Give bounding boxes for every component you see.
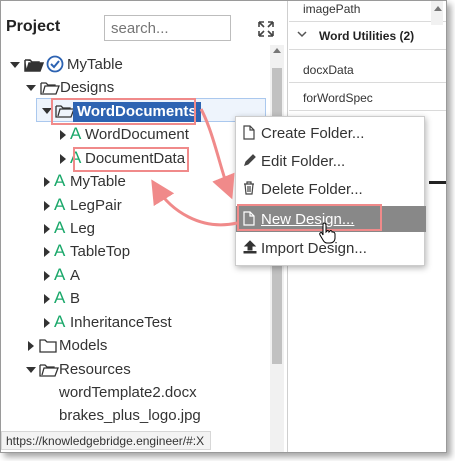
annotation-arrows <box>151 108 238 227</box>
annotation-arrow-to-tree <box>151 179 238 227</box>
hand-cursor-icon <box>319 222 336 244</box>
annotation-arrow-to-menu <box>199 108 235 200</box>
app-window: Project MyTable Designs <box>0 0 447 453</box>
